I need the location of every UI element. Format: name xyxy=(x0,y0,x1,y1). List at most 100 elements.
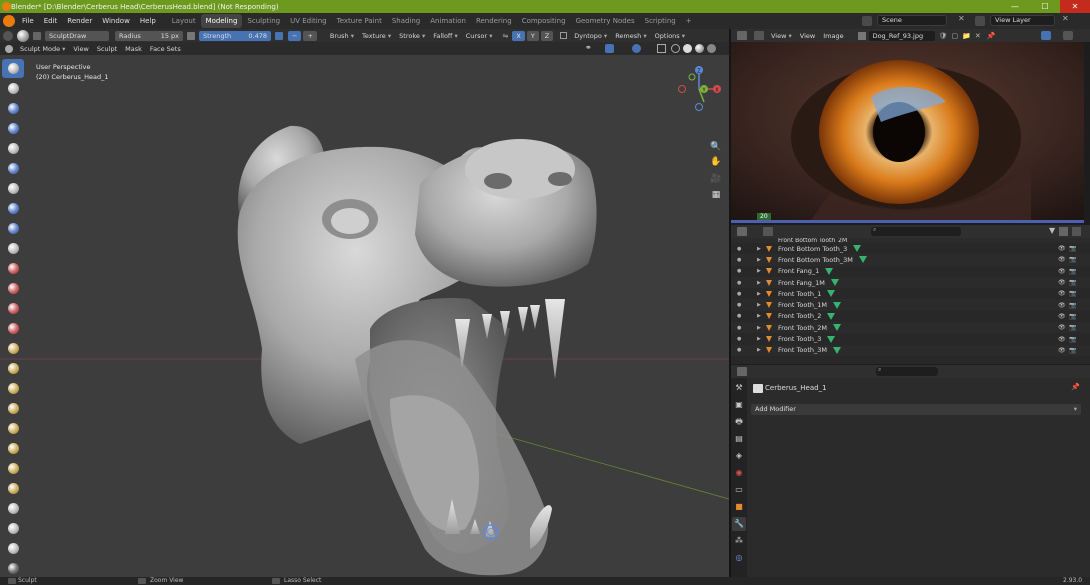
dyntopo-checkbox[interactable] xyxy=(560,32,568,39)
image-display-icon[interactable] xyxy=(1063,31,1074,40)
render-camera-icon[interactable]: 📷 xyxy=(1069,302,1076,309)
image-browse-icon[interactable] xyxy=(857,31,866,40)
menu-help[interactable]: Help xyxy=(135,13,161,29)
symmetry-x-toggle[interactable]: X xyxy=(512,30,525,41)
visibility-eye-icon[interactable]: 👁 xyxy=(1058,268,1066,275)
image-editor-type-icon[interactable] xyxy=(737,31,747,40)
tool-slide-relax[interactable] xyxy=(2,499,24,518)
brush-menu[interactable]: Brush xyxy=(326,32,358,40)
visibility-eye-icon[interactable]: 👁 xyxy=(1058,245,1066,252)
render-camera-icon[interactable]: 📷 xyxy=(1069,245,1076,252)
properties-search-input[interactable] xyxy=(876,367,938,376)
material-shading-icon[interactable] xyxy=(695,44,704,53)
gizmo-toggle-icon[interactable] xyxy=(605,44,614,53)
visibility-icon[interactable]: ⚭ xyxy=(585,43,592,52)
mask-menu[interactable]: Mask xyxy=(121,45,146,53)
pin-icon[interactable]: 📌 xyxy=(987,32,996,40)
tab-geometry-nodes[interactable]: Geometry Nodes xyxy=(571,14,640,28)
fake-user-icon[interactable]: 🛡 xyxy=(939,32,948,40)
render-camera-icon[interactable]: 📷 xyxy=(1069,336,1076,343)
properties-pin-icon[interactable]: 📌 xyxy=(1071,383,1080,391)
visibility-eye-icon[interactable]: 👁 xyxy=(1058,347,1066,354)
3d-viewport[interactable]: SculptDraw Radius 15 px Strength 0.478 −… xyxy=(0,29,729,577)
tab-scripting[interactable]: Scripting xyxy=(640,14,681,28)
scene-field[interactable]: Scene xyxy=(877,15,947,26)
tab-compositing[interactable]: Compositing xyxy=(517,14,571,28)
visibility-eye-icon[interactable]: 👁 xyxy=(1058,290,1066,297)
tool-flatten[interactable] xyxy=(2,259,24,278)
unlink-image-icon[interactable]: ✕ xyxy=(975,32,981,40)
menu-render[interactable]: Render xyxy=(62,13,97,29)
tool-smooth[interactable] xyxy=(2,239,24,258)
view-layer-field[interactable]: View Layer xyxy=(990,15,1055,26)
outliner-row[interactable]: ● ▶ Front Fang_1M 👁 📷 xyxy=(731,276,1090,289)
world-tab-icon[interactable]: ◉ xyxy=(732,466,746,480)
navigation-gizmo[interactable]: Z X Y xyxy=(674,62,724,137)
add-modifier-button[interactable]: Add Modifier ▾ xyxy=(751,404,1081,415)
xray-toggle-icon[interactable] xyxy=(657,44,666,53)
properties-type-icon[interactable] xyxy=(737,367,747,376)
object-tab-icon[interactable]: ■ xyxy=(732,500,746,514)
collection-tab-icon[interactable]: ▭ xyxy=(732,483,746,497)
visibility-eye-icon[interactable]: 👁 xyxy=(1058,336,1066,343)
tool-rotate[interactable] xyxy=(2,479,24,498)
tool-crease[interactable] xyxy=(2,219,24,238)
brush-name-field[interactable]: SculptDraw xyxy=(45,30,109,41)
tool-inflate[interactable] xyxy=(2,179,24,198)
remesh-menu[interactable]: Remesh xyxy=(611,32,650,40)
scene-tab-icon[interactable]: ◈ xyxy=(732,449,746,463)
sculpt-canvas[interactable] xyxy=(0,29,729,577)
symmetry-y-toggle[interactable]: Y xyxy=(526,30,539,41)
sync-icon[interactable] xyxy=(1072,227,1081,236)
outliner-row[interactable]: ● ▶ Front Tooth_2 👁 📷 xyxy=(731,311,1090,322)
tool-boundary[interactable] xyxy=(2,519,24,538)
tool-pose[interactable] xyxy=(2,439,24,458)
strength-pressure-icon[interactable] xyxy=(275,31,283,40)
tool-grab[interactable] xyxy=(2,359,24,378)
render-camera-icon[interactable]: 📷 xyxy=(1069,324,1076,331)
face-sets-menu[interactable]: Face Sets xyxy=(146,45,185,53)
outliner-row[interactable]: ● ▶ Front Bottom Tooth_3 👁 📷 xyxy=(731,243,1090,254)
tool-tab-icon[interactable]: ⚒ xyxy=(732,381,746,395)
render-tab-icon[interactable]: ▣ xyxy=(732,398,746,412)
ortho-toggle-icon[interactable]: ▦ xyxy=(710,189,722,201)
overlay-toggle-icon[interactable] xyxy=(632,44,641,53)
tool-clay[interactable] xyxy=(2,99,24,118)
close-button[interactable]: ✕ xyxy=(1060,0,1090,13)
render-camera-icon[interactable]: 📷 xyxy=(1069,268,1076,275)
render-camera-icon[interactable]: 📷 xyxy=(1069,347,1076,354)
tool-mask[interactable] xyxy=(2,559,24,577)
mode-selector[interactable]: Sculpt Mode xyxy=(16,45,69,53)
render-camera-icon[interactable]: 📷 xyxy=(1069,256,1076,263)
stroke-menu[interactable]: Stroke xyxy=(395,32,429,40)
timeline-bar[interactable] xyxy=(731,220,1084,223)
render-camera-icon[interactable]: 📷 xyxy=(1069,290,1076,297)
camera-view-icon[interactable]: 🎥 xyxy=(710,173,722,185)
tool-elastic-deform[interactable] xyxy=(2,379,24,398)
direction-subtract-button[interactable]: − xyxy=(288,30,302,41)
strength-field[interactable]: Strength 0.478 xyxy=(199,30,271,41)
visibility-eye-icon[interactable]: 👁 xyxy=(1058,302,1066,309)
outliner-row[interactable]: ● ▶ Front Fang_1 👁 📷 xyxy=(731,266,1090,277)
tool-fill[interactable] xyxy=(2,279,24,298)
visibility-eye-icon[interactable]: 👁 xyxy=(1058,279,1066,286)
maximize-button[interactable]: ☐ xyxy=(1030,0,1060,13)
reference-image[interactable] xyxy=(731,42,1084,220)
brush-preview-icon[interactable] xyxy=(17,29,29,42)
tab-shading[interactable]: Shading xyxy=(387,14,425,28)
tool-blob[interactable] xyxy=(2,199,24,218)
blender-menu-icon[interactable] xyxy=(3,15,15,27)
menu-edit[interactable]: Edit xyxy=(39,13,63,29)
outliner-row[interactable]: ● ▶ Front Tooth_1M 👁 📷 xyxy=(731,299,1090,311)
scene-close-icon[interactable]: ✕ xyxy=(958,14,965,23)
outliner-type-icon[interactable] xyxy=(737,227,747,236)
open-image-icon[interactable]: 📁 xyxy=(962,32,971,40)
physics-tab-icon[interactable]: ◎ xyxy=(732,551,746,565)
dyntopo-menu[interactable]: Dyntopo xyxy=(570,32,611,40)
cursor-menu[interactable]: Cursor xyxy=(462,32,497,40)
new-collection-icon[interactable] xyxy=(1059,227,1068,236)
tool-clay-thumb[interactable] xyxy=(2,139,24,158)
tool-clay-strips[interactable] xyxy=(2,119,24,138)
radius-field[interactable]: Radius 15 px xyxy=(115,30,183,41)
tool-scrape[interactable] xyxy=(2,299,24,318)
